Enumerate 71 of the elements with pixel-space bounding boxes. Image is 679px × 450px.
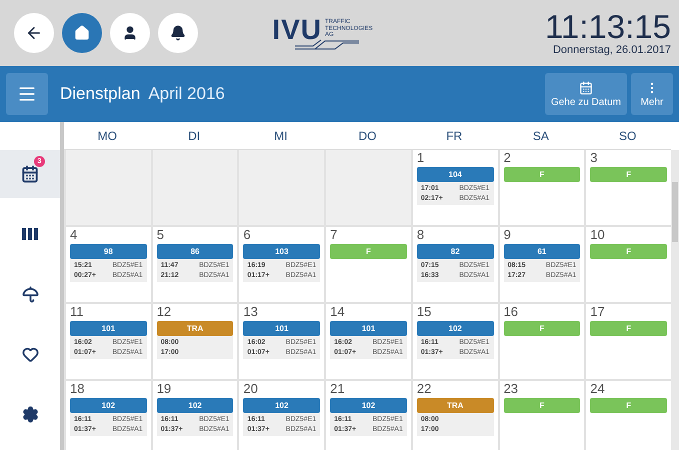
bell-icon <box>170 25 186 41</box>
weekday-label: DI <box>187 128 202 144</box>
day-number: 1 <box>416 151 426 165</box>
day-number: 13 <box>243 305 259 319</box>
calendar-icon <box>578 80 593 94</box>
day-number: 17 <box>590 305 606 319</box>
person-icon <box>122 25 138 41</box>
day-number: 6 <box>243 228 252 242</box>
weekday-label: SA <box>532 128 550 144</box>
day-number: 8 <box>416 228 426 242</box>
day-number: 22 <box>416 382 432 396</box>
day-number: 3 <box>590 151 599 165</box>
duty-label[interactable]: 101 <box>330 321 407 336</box>
day-number: 23 <box>504 382 520 396</box>
duty-label[interactable]: TRA <box>156 321 234 336</box>
duty-label[interactable]: 102 <box>243 398 320 413</box>
calendar-icon <box>21 165 39 183</box>
logo-tracks-icon <box>294 38 359 51</box>
duty-label[interactable]: 101 <box>243 321 320 336</box>
heart-icon <box>22 346 38 362</box>
duty-label[interactable]: TRA <box>416 398 494 413</box>
more-button[interactable]: Mehr <box>631 73 673 115</box>
duty-label[interactable]: 102 <box>70 398 147 413</box>
day-number: 10 <box>590 228 606 242</box>
weekday-label: SO <box>618 128 638 144</box>
day-number: 19 <box>156 382 172 396</box>
scrollbar[interactable] <box>671 150 679 450</box>
page-title: Dienstplan <box>60 84 140 104</box>
day-number: 11 <box>70 305 84 319</box>
settings-icon <box>22 406 38 422</box>
day-number: 7 <box>330 228 338 242</box>
weekday-label: DO <box>357 128 378 144</box>
day-number: 2 <box>504 151 512 165</box>
day-number: 5 <box>156 228 165 242</box>
duty-label[interactable]: 82 <box>416 244 494 259</box>
duty-label[interactable]: 98 <box>70 244 147 259</box>
go-to-date-button[interactable]: Gehe zu Datum <box>544 73 627 115</box>
clock-date: Donnerstag, 26.01.2017 <box>552 44 671 56</box>
home-button[interactable] <box>62 13 102 53</box>
day-number: 15 <box>416 305 432 319</box>
umbrella-icon <box>22 286 38 302</box>
clock-time: 11:13:15 <box>544 10 671 44</box>
duty-label[interactable]: 102 <box>416 321 494 336</box>
day-number: 9 <box>504 228 512 242</box>
back-button[interactable] <box>14 13 54 53</box>
duty-label[interactable]: 101 <box>70 321 147 336</box>
back-icon <box>25 24 43 42</box>
person-button[interactable] <box>110 13 150 53</box>
day-number: 20 <box>243 382 259 396</box>
logo-mark: IVU <box>272 15 322 46</box>
day-number: 18 <box>70 382 86 396</box>
duty-label[interactable]: 61 <box>504 244 580 259</box>
day-number: 4 <box>70 228 78 242</box>
columns-icon <box>22 227 38 241</box>
home-icon <box>74 25 90 41</box>
duty-label[interactable]: 103 <box>243 244 320 259</box>
day-number: 21 <box>330 382 346 396</box>
weekday-label: MO <box>96 128 118 144</box>
duty-label[interactable]: 86 <box>156 244 234 259</box>
month-label: April 2016 <box>148 84 226 104</box>
duty-label[interactable]: 102 <box>156 398 234 413</box>
menu-button[interactable] <box>6 73 48 115</box>
weekday-label: MI <box>273 128 288 144</box>
day-number: 12 <box>156 305 172 319</box>
duty-label[interactable]: 102 <box>330 398 407 413</box>
day-number: 16 <box>504 305 520 319</box>
day-number: 14 <box>330 305 346 319</box>
day-number: 24 <box>590 382 606 396</box>
weekday-label: FR <box>445 128 464 144</box>
duty-label[interactable]: 104 <box>416 167 494 182</box>
bell-button[interactable] <box>158 13 198 53</box>
